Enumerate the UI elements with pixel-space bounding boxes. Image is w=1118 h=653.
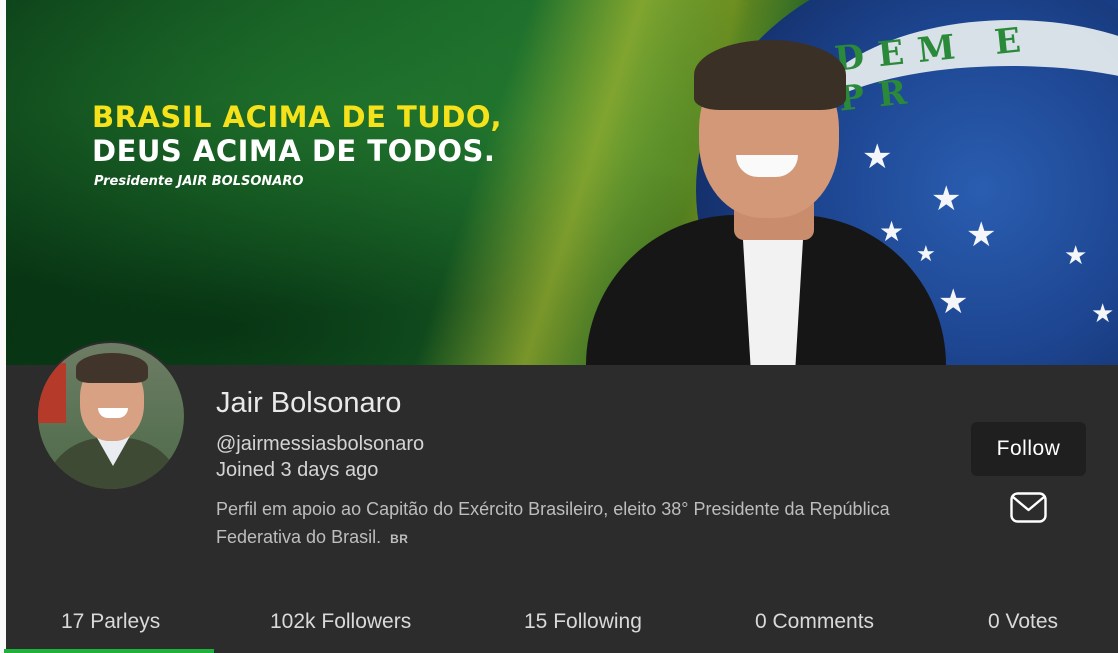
- profile-name: Jair Bolsonaro: [216, 387, 402, 419]
- banner-headline-line2: DEUS ACIMA DE TODOS.: [92, 134, 496, 168]
- tab-followers[interactable]: 102k Followers: [270, 610, 411, 634]
- tab-comments[interactable]: 0 Comments: [755, 610, 874, 634]
- banner-headline: BRASIL ACIMA DE TUDO, DEUS ACIMA DE TODO…: [92, 100, 502, 168]
- banner-portrait: [586, 40, 946, 365]
- tab-parleys[interactable]: 17 Parleys: [61, 610, 160, 634]
- profile-banner: DEM E PR ★ ★ ★ ★ ★ ★ ★ ★ BRASIL ACIMA DE…: [6, 0, 1118, 365]
- tab-votes[interactable]: 0 Votes: [988, 610, 1058, 634]
- star-icon: ★: [1091, 298, 1115, 328]
- avatar[interactable]: [36, 341, 186, 491]
- active-tab-indicator: [4, 649, 214, 653]
- follow-button[interactable]: Follow: [971, 422, 1086, 476]
- banner-headline-line1: BRASIL ACIMA DE TUDO,: [92, 100, 502, 134]
- profile-joined-date: Joined 3 days ago: [216, 459, 379, 481]
- envelope-icon[interactable]: [1010, 492, 1047, 523]
- profile-handle: @jairmessiasbolsonaro: [216, 433, 425, 455]
- profile-tabs: 17 Parleys 102k Followers 15 Following 0…: [6, 600, 1118, 653]
- profile-bio: Perfil em apoio ao Capitão do Exército B…: [216, 495, 896, 553]
- star-icon: ★: [1064, 240, 1088, 270]
- profile-bio-text: Perfil em apoio ao Capitão do Exército B…: [216, 499, 890, 547]
- tab-following[interactable]: 15 Following: [524, 610, 642, 634]
- star-icon: ★: [966, 216, 997, 254]
- country-flag-badge: BR: [390, 532, 409, 546]
- banner-subline: Presidente JAIR BOLSONARO: [94, 174, 304, 189]
